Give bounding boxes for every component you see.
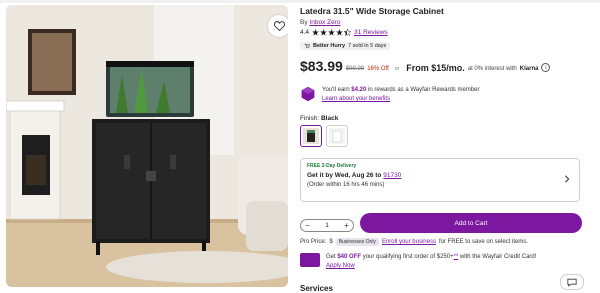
credit-card-offer: Get $40 OFF your qualifying first order … xyxy=(300,253,536,271)
financing-price: From $15/mo. xyxy=(406,63,465,73)
hurry-text: 7 sold in 5 days xyxy=(348,43,387,49)
klarna-label: Klarna xyxy=(519,66,539,72)
product-photo-illustration xyxy=(6,5,288,287)
favorite-button[interactable] xyxy=(268,15,288,37)
pro-price-currency: $ xyxy=(329,239,333,245)
rating-value: 4.4 xyxy=(300,29,310,36)
star-icon xyxy=(312,29,320,36)
delivery-badge: FREE 2-Day Delivery xyxy=(307,163,357,169)
chat-button[interactable] xyxy=(560,274,584,290)
rewards-amount: $4.20 xyxy=(351,87,367,93)
rewards-text-before: You'll earn xyxy=(322,87,350,93)
services-heading: Services xyxy=(300,284,333,293)
heart-icon xyxy=(273,21,285,31)
chevron-right-icon xyxy=(565,175,570,183)
add-to-cart-button[interactable]: Add to Cart xyxy=(360,213,582,233)
financing-interest: at 0% interest with xyxy=(467,66,517,72)
hurry-badge: Better Hurry 7 sold in 5 days xyxy=(300,42,391,50)
credit-footnote-link[interactable]: ** xyxy=(454,254,459,260)
star-icon xyxy=(336,29,344,36)
credit-get: Get xyxy=(326,254,336,260)
credit-offer-text: Get $40 OFF your qualifying first order … xyxy=(326,253,536,271)
delivery-date-text: Get it by Wed, Aug 26 to xyxy=(307,172,382,179)
delivery-box[interactable]: FREE 2-Day Delivery Get it by Wed, Aug 2… xyxy=(300,158,580,202)
brand-link[interactable]: Inbox Zero xyxy=(309,19,340,26)
star-icon xyxy=(344,29,352,36)
chat-icon xyxy=(567,278,577,287)
was-price: $99.99 xyxy=(345,66,365,72)
finish-value: Black xyxy=(320,115,339,122)
swatch-white[interactable] xyxy=(326,125,348,147)
credit-card-icon xyxy=(300,253,320,267)
enroll-business-link[interactable]: Enroll your business xyxy=(382,239,436,245)
rewards-icon xyxy=(301,86,315,102)
rewards-text-after: in rewards as a Wayfair Rewards member xyxy=(367,87,480,93)
cart-icon xyxy=(304,43,310,48)
pro-price-row: Pro Price: $ Businesses Only Enroll your… xyxy=(300,238,528,246)
sale-price: $83.99 xyxy=(300,58,343,74)
product-title: Latedra 31.5" Wide Storage Cabinet xyxy=(300,6,444,16)
quantity-stepper: − 1 + xyxy=(300,219,354,232)
rewards-benefits-link[interactable]: Learn about your benefits xyxy=(322,96,390,102)
qty-increase-button[interactable]: + xyxy=(342,221,351,230)
finish-label: Finish: xyxy=(300,115,320,122)
price-row: $83.99 $99.99 16% Off or From $15/mo. at… xyxy=(300,59,590,73)
rating-row: 4.4 31 Reviews xyxy=(300,29,590,36)
finish-swatches xyxy=(300,125,348,147)
by-label: By xyxy=(300,19,308,26)
delivery-date: Get it by Wed, Aug 26 to 91730 xyxy=(307,172,573,179)
credit-middle: your qualifying first order of $250+ xyxy=(362,254,454,260)
credit-amount: $40 OFF xyxy=(337,254,362,260)
qty-value[interactable]: 1 xyxy=(325,222,329,229)
product-info: Latedra 31.5" Wide Storage Cabinet By In… xyxy=(300,6,590,73)
businesses-only-badge: Businesses Only xyxy=(335,238,379,246)
qty-decrease-button[interactable]: − xyxy=(303,221,312,230)
brand-line: By Inbox Zero xyxy=(300,19,590,26)
reviews-link[interactable]: 31 Reviews xyxy=(354,29,388,36)
hurry-label: Better Hurry xyxy=(313,43,346,49)
delivery-zip-link[interactable]: 91730 xyxy=(383,172,401,179)
rewards-text: You'll earn $4.20 in rewards as a Wayfai… xyxy=(322,86,479,104)
pro-price-after: for FREE to save on select items. xyxy=(438,239,529,245)
info-icon[interactable]: i xyxy=(541,63,551,72)
or-label: or xyxy=(394,66,400,72)
swatch-white-thumbnail xyxy=(329,128,345,144)
finish-label-row: Finish: Black xyxy=(300,115,338,122)
product-image[interactable] xyxy=(6,5,288,287)
discount-label: 16% Off xyxy=(367,66,389,72)
star-rating xyxy=(312,29,352,36)
delivery-order-within: (Order within 16 hrs 46 mins) xyxy=(307,182,385,188)
apply-now-link[interactable]: Apply Now xyxy=(326,263,355,269)
swatch-black-thumbnail xyxy=(303,128,319,144)
star-icon xyxy=(320,29,328,36)
star-icon xyxy=(328,29,336,36)
pro-price-label: Pro Price: xyxy=(300,239,327,245)
rewards-section: You'll earn $4.20 in rewards as a Wayfai… xyxy=(300,86,479,104)
page-top-border xyxy=(0,0,600,3)
swatch-black[interactable] xyxy=(300,125,322,147)
credit-after: with the Wayfair Credit Card! xyxy=(459,254,537,260)
